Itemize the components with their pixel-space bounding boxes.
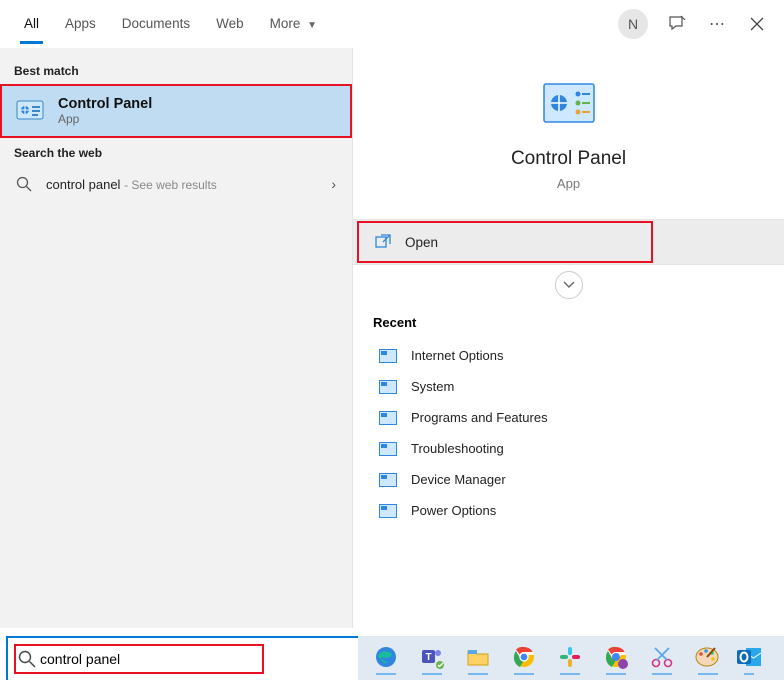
taskbar-teams[interactable]: T [412, 639, 452, 677]
details-title: Control Panel [369, 148, 768, 170]
control-panel-icon [16, 97, 44, 125]
settings-window-icon [379, 473, 397, 487]
search-icon [16, 176, 32, 192]
recent-item[interactable]: Troubleshooting [373, 433, 764, 464]
recent-item[interactable]: Programs and Features [373, 402, 764, 433]
web-search-result[interactable]: control panel - See web results › [0, 166, 352, 202]
open-icon [375, 234, 391, 250]
more-options-icon[interactable]: ⋯ [706, 13, 728, 35]
taskbar-chrome[interactable] [504, 639, 544, 677]
tab-web[interactable]: Web [212, 4, 248, 43]
recent-item[interactable]: Power Options [373, 495, 764, 526]
expand-button[interactable] [555, 271, 583, 299]
chevron-down-icon: ▼ [307, 20, 317, 31]
result-subtitle: App [58, 112, 152, 126]
feedback-icon[interactable] [666, 13, 688, 35]
action-open[interactable]: Open [353, 219, 784, 265]
search-web-label: Search the web [0, 138, 352, 166]
taskbar-slack[interactable] [550, 639, 590, 677]
tab-all[interactable]: All [20, 4, 43, 43]
settings-window-icon [379, 504, 397, 518]
details-pane: Control Panel App Open Recent Internet O… [352, 48, 784, 628]
taskbar-outlook[interactable] [734, 639, 764, 677]
user-avatar[interactable]: N [618, 9, 648, 39]
settings-window-icon [379, 442, 397, 456]
recent-label: Recent [373, 309, 764, 340]
recent-item[interactable]: System [373, 371, 764, 402]
results-pane: Best match Control Panel App Search the … [0, 48, 352, 628]
tab-apps[interactable]: Apps [61, 4, 100, 43]
settings-window-icon [379, 349, 397, 363]
top-tab-bar: All Apps Documents Web More ▼ N ⋯ [0, 0, 784, 48]
control-panel-large-icon [542, 80, 596, 128]
search-input[interactable] [36, 647, 344, 671]
tab-more[interactable]: More ▼ [266, 4, 321, 43]
best-match-label: Best match [0, 56, 352, 84]
result-title: Control Panel [58, 96, 152, 112]
recent-item[interactable]: Internet Options [373, 340, 764, 371]
taskbar-edge[interactable] [366, 639, 406, 677]
svg-text:T: T [425, 652, 431, 663]
taskbar-file-explorer[interactable] [458, 639, 498, 677]
recent-section: Recent Internet Options System Programs … [353, 303, 784, 532]
taskbar: T [358, 636, 784, 680]
settings-window-icon [379, 380, 397, 394]
recent-item[interactable]: Device Manager [373, 464, 764, 495]
search-icon [18, 650, 36, 668]
details-subtitle: App [369, 176, 768, 191]
close-icon[interactable] [746, 13, 768, 35]
tab-documents[interactable]: Documents [118, 4, 194, 43]
chevron-right-icon: › [331, 176, 336, 192]
taskbar-chrome-profile[interactable] [596, 639, 636, 677]
settings-window-icon [379, 411, 397, 425]
taskbar-paint[interactable] [688, 639, 728, 677]
taskbar-snip[interactable] [642, 639, 682, 677]
result-control-panel[interactable]: Control Panel App [0, 84, 352, 138]
